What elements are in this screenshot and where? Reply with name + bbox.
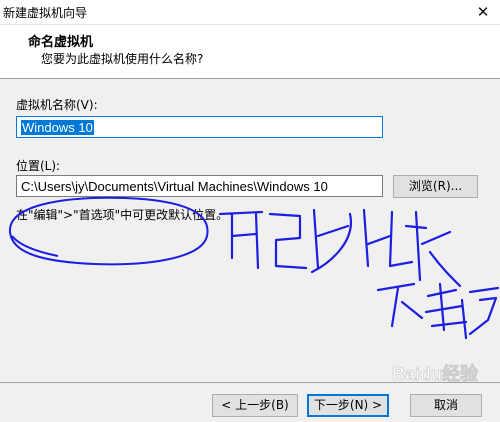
cancel-button[interactable]: 取消: [410, 394, 482, 417]
location-input[interactable]: C:\Users\jy\Documents\Virtual Machines\W…: [16, 175, 383, 197]
watermark-text: Baidu经验: [392, 363, 479, 384]
page-title: 命名虚拟机: [28, 35, 94, 50]
close-icon[interactable]: ✕: [466, 0, 500, 24]
ink-handwriting-2: [376, 282, 500, 340]
browse-button[interactable]: 浏览(R)...: [393, 175, 478, 198]
window-title: 新建虚拟机向导: [3, 6, 88, 20]
location-hint: 在"编辑">"首选项"中可更改默认位置。: [16, 208, 229, 222]
next-button[interactable]: 下一步(N) >: [307, 394, 389, 417]
location-label: 位置(L):: [16, 159, 61, 173]
vm-name-input[interactable]: Windows 10: [16, 116, 383, 138]
footer-divider: [0, 382, 500, 383]
ink-handwriting-1: [218, 208, 462, 288]
vm-name-value: Windows 10: [21, 120, 94, 135]
wizard-header: 命名虚拟机 您要为此虚拟机使用什么名称?: [0, 25, 500, 79]
back-button[interactable]: < 上一步(B): [212, 394, 298, 417]
page-subtitle: 您要为此虚拟机使用什么名称?: [41, 52, 204, 66]
vm-name-label: 虚拟机名称(V):: [16, 98, 98, 112]
title-bar: 新建虚拟机向导 ✕: [0, 0, 500, 25]
